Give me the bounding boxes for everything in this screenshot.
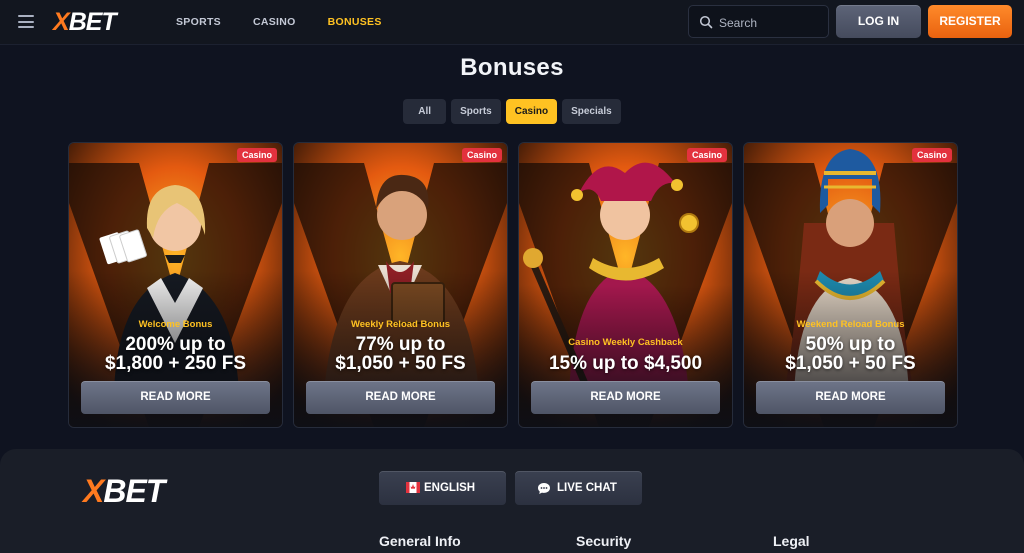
read-more-button[interactable]: READ MORE xyxy=(81,381,270,414)
card-amount-line1: 50% up to xyxy=(805,334,896,355)
filter-all[interactable]: All xyxy=(403,99,447,124)
live-chat-label: LIVE CHAT xyxy=(557,482,617,494)
language-button[interactable]: ENGLISH xyxy=(379,471,506,505)
card-amount-line1: 200% up to xyxy=(125,334,226,355)
page-title: Bonuses xyxy=(460,54,564,81)
register-button[interactable]: REGISTER xyxy=(928,5,1012,38)
bonus-card-cashback[interactable]: Casino Casino Weekly Cashback 15% up to … xyxy=(518,142,733,428)
category-badge: Casino xyxy=(686,148,727,162)
nav-bonuses[interactable]: BONUSES xyxy=(328,0,382,44)
hamburger-menu-icon[interactable] xyxy=(18,15,34,28)
card-amount-line2: $1,050 + 50 FS xyxy=(335,353,466,374)
footer-logo[interactable]: XBET xyxy=(83,472,165,510)
read-more-button[interactable]: READ MORE xyxy=(531,381,720,414)
top-header: XBET SPORTS CASINO BONUSES LOG IN REGIST… xyxy=(0,0,1024,45)
language-label: ENGLISH xyxy=(424,482,476,494)
filter-casino[interactable]: Casino xyxy=(505,99,558,124)
card-amount-line1: 77% up to xyxy=(355,334,446,355)
card-subtitle: Weekend Reload Bonus xyxy=(796,319,905,330)
search-input[interactable] xyxy=(717,12,826,34)
read-more-button[interactable]: READ MORE xyxy=(756,381,945,414)
read-more-button[interactable]: READ MORE xyxy=(306,381,495,414)
card-subtitle: Weekly Reload Bonus xyxy=(350,319,451,330)
canada-flag-icon xyxy=(406,482,420,493)
footer-column-general-info[interactable]: General Info xyxy=(379,533,461,549)
live-chat-button[interactable]: LIVE CHAT xyxy=(515,471,642,505)
search-box[interactable] xyxy=(688,5,829,38)
bonus-cards: Casino Welcome Bonus 200% up to $1,800 +… xyxy=(68,142,958,428)
login-button[interactable]: LOG IN xyxy=(836,5,921,38)
footer-column-legal[interactable]: Legal xyxy=(773,533,810,549)
bonus-card-weekly-reload[interactable]: Casino Weekly Reload Bonus 77% up to $1,… xyxy=(293,142,508,428)
main-nav: SPORTS CASINO BONUSES xyxy=(176,0,414,44)
nav-casino[interactable]: CASINO xyxy=(253,0,296,44)
search-icon xyxy=(699,15,713,29)
category-badge: Casino xyxy=(236,148,277,162)
filter-specials[interactable]: Specials xyxy=(562,99,621,124)
footer: XBET ENGLISH LIVE CHAT General Info Secu… xyxy=(0,449,1024,553)
bonus-card-weekend-reload[interactable]: Casino Weekend Reload Bonus 50% up to $1… xyxy=(743,142,958,428)
card-subtitle: Casino Weekly Cashback xyxy=(568,337,683,348)
chat-bubble-icon xyxy=(538,483,550,494)
category-badge: Casino xyxy=(461,148,502,162)
footer-column-security[interactable]: Security xyxy=(576,533,631,549)
card-amount-line2: $1,800 + 250 FS xyxy=(104,353,247,374)
category-badge: Casino xyxy=(911,148,952,162)
filter-tabs: All Sports Casino Specials xyxy=(0,99,1024,124)
filter-sports[interactable]: Sports xyxy=(451,99,501,124)
bonus-card-welcome[interactable]: Casino Welcome Bonus 200% up to $1,800 +… xyxy=(68,142,283,428)
card-amount-line2: $1,050 + 50 FS xyxy=(785,353,916,374)
card-amount-line1: 15% up to $4,500 xyxy=(548,353,703,374)
logo[interactable]: XBET xyxy=(53,8,117,36)
card-subtitle: Welcome Bonus xyxy=(138,319,213,330)
nav-sports[interactable]: SPORTS xyxy=(176,0,221,44)
